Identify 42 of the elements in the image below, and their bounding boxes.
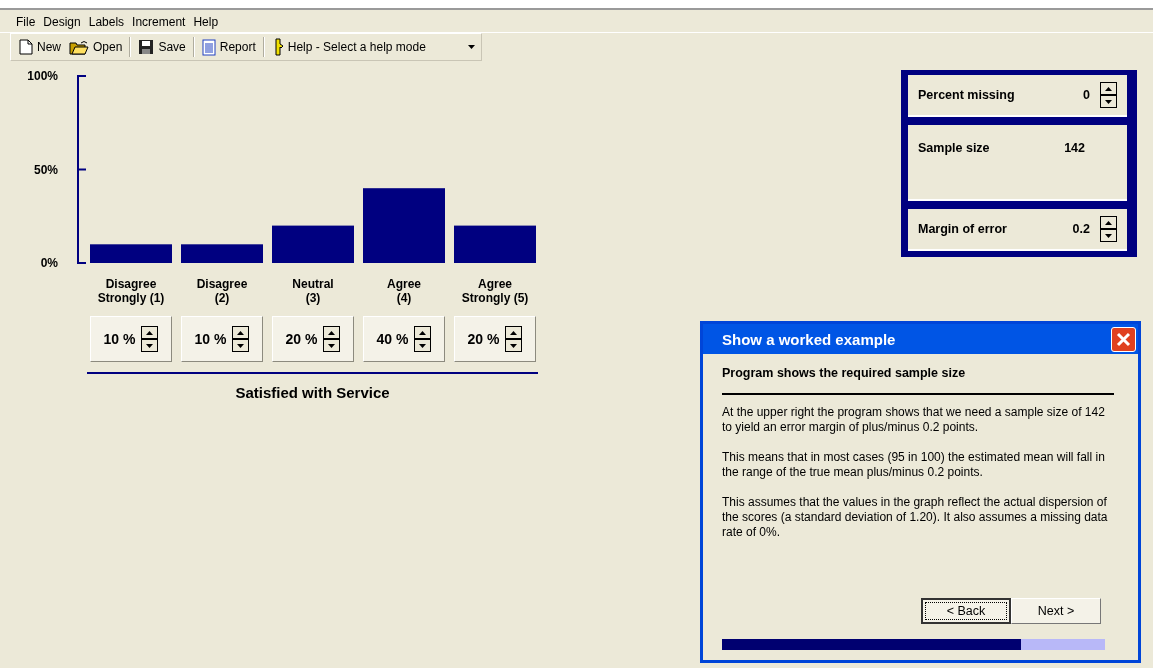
menu-item[interactable]: Help <box>189 15 223 29</box>
axis-tick-label: 0% <box>40 256 58 270</box>
toolbar-button[interactable]: Open <box>65 38 127 56</box>
axis-title: Satisfied with Service <box>234 384 391 401</box>
percent-spinner[interactable]: 10 % <box>90 316 172 362</box>
new-document-icon <box>19 39 33 55</box>
toolbar-button[interactable]: New <box>15 38 65 56</box>
setting-value[interactable]: 0 <box>1083 88 1090 102</box>
setting-label: Margin of error <box>918 222 1008 236</box>
nav-button[interactable]: < Back <box>921 598 1011 624</box>
setting-label: Percent missing <box>918 88 1016 102</box>
setting-value: 142 <box>1064 141 1085 155</box>
setting-label: Sample size <box>918 141 991 155</box>
percent-spinner[interactable]: 40 % <box>363 316 445 362</box>
percent-spinner[interactable]: 20 % <box>454 316 536 362</box>
nav-button[interactable]: Next > <box>1011 598 1101 624</box>
menu-item[interactable]: File <box>12 15 40 29</box>
dialog-heading: Program shows the required sample size <box>722 366 967 380</box>
axis-tick-label: 50% <box>33 162 58 177</box>
close-icon[interactable] <box>1111 326 1136 352</box>
folder-icon <box>69 39 89 55</box>
menu-item[interactable]: Design <box>39 15 85 29</box>
toolbar-button[interactable]: Help - Select a help mode <box>267 37 430 57</box>
paragraph: This assumes that the values in the graph reflect the actual dispersion of the scores (a standard deviation of 1.20). It also assumes a missing data rate of 0%. <box>722 495 1109 540</box>
axis-tick-label: 100% <box>27 69 58 83</box>
menu-item[interactable]: Increment <box>128 15 190 29</box>
menu-item[interactable]: Labels <box>84 15 129 29</box>
category-label: Disagree Strongly (1) <box>97 277 165 305</box>
category-label: Agree (4) <box>387 277 421 305</box>
document-icon <box>201 38 216 56</box>
setting-value[interactable]: 0.2 <box>1072 222 1090 236</box>
percent-spinner[interactable]: 10 % <box>181 316 263 362</box>
caret-icon[interactable] <box>466 45 477 49</box>
toolbar-button[interactable]: Report <box>197 37 260 57</box>
category-label: Disagree (2) <box>196 277 248 305</box>
category-label: Agree Strongly (5) <box>461 277 529 305</box>
category-label: Neutral (3) <box>292 277 334 305</box>
paragraph: This means that in most cases (95 in 100) the estimated mean will fall in the range of the true mean plus/minus 0.2 points. <box>722 450 1106 480</box>
dialog-title: Show a worked example <box>722 330 897 348</box>
toolbar-button[interactable]: Save <box>134 38 190 56</box>
percent-spinner[interactable]: 20 % <box>272 316 354 362</box>
paragraph: At the upper right the program shows that we need a sample size of 142 to yield an error margin of plus/minus 0.2 points. <box>722 405 1106 435</box>
